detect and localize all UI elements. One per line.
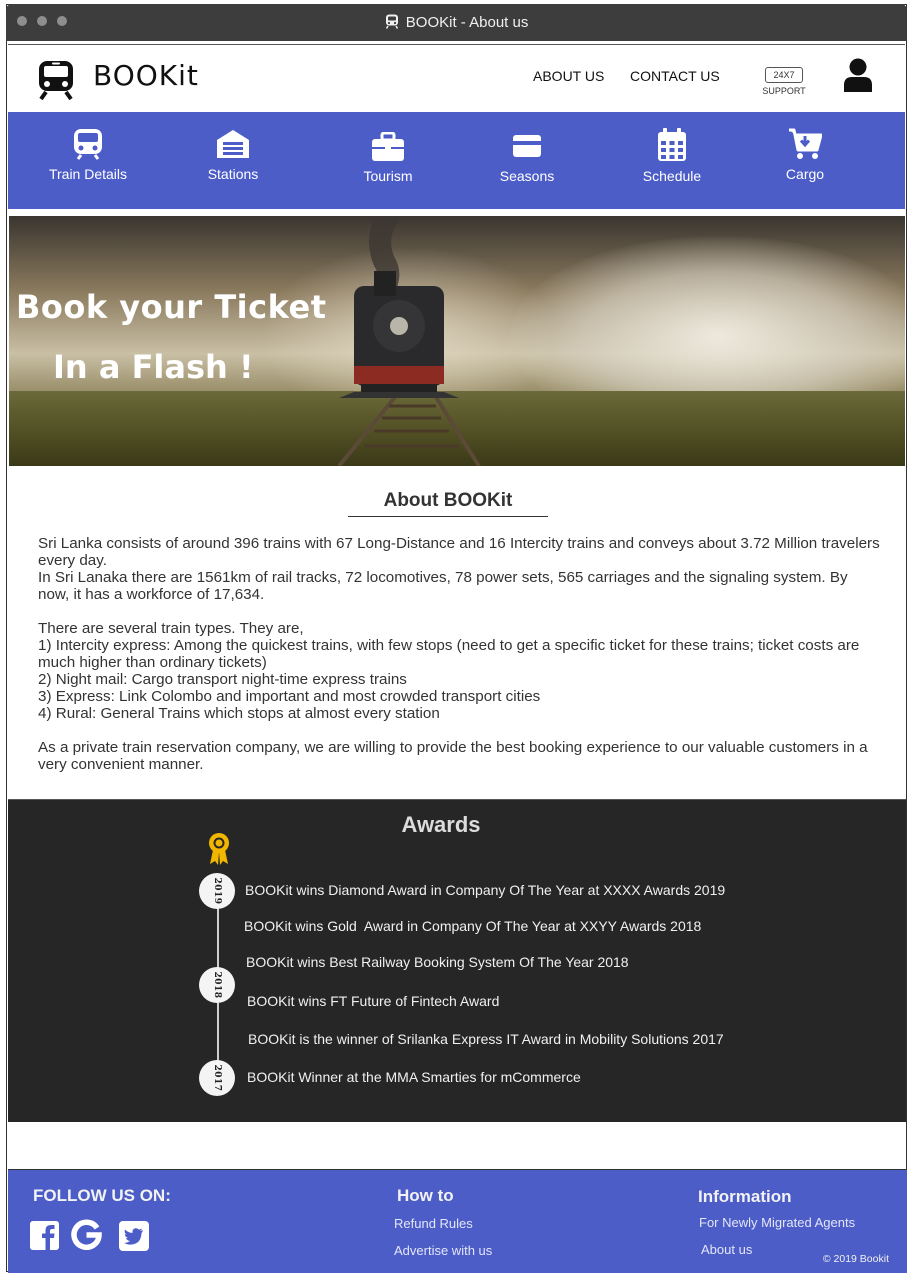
nav-link-contact-us[interactable]: CONTACT US — [630, 68, 720, 84]
medal-icon — [209, 833, 229, 865]
about-paragraph: 3) Express: Link Colombo and important a… — [38, 688, 541, 705]
footer-link-about-us[interactable]: About us — [701, 1242, 752, 1257]
support-24x7-box: 24X7 — [765, 67, 803, 83]
nav-item-label: Tourism — [363, 168, 413, 184]
copyright-text: © 2019 Bookit — [822, 1253, 889, 1265]
award-item: BOOKit wins Best Railway Booking System … — [246, 954, 629, 970]
hero-banner-image — [9, 216, 905, 466]
about-paragraph: 1) Intercity express: Among the quickest… — [38, 637, 860, 671]
about-paragraph: There are several train types. They are, — [38, 620, 304, 637]
hero-title: Book your Ticket — [16, 288, 327, 326]
award-item: BOOKit wins Gold Award in Company Of The… — [244, 918, 702, 934]
awards-section: Awards 2019 2018 2017 BOOKit wins Diamon… — [8, 799, 906, 1122]
train-favicon-icon — [385, 14, 398, 29]
footer-link-refund-rules[interactable]: Refund Rules — [394, 1216, 473, 1231]
award-item: BOOKit Winner at the MMA Smarties for mC… — [247, 1069, 581, 1085]
nav-item-label: Seasons — [499, 168, 555, 184]
site-header: BOOKit ABOUT US CONTACT US 24X7 SUPPORT — [8, 44, 905, 112]
about-paragraph: 2) Night mail: Cargo transport night-tim… — [38, 671, 407, 688]
card-icon — [513, 135, 541, 157]
year-badge-2017: 2017 — [199, 1060, 235, 1096]
year-label: 2019 — [212, 877, 222, 905]
about-paragraph: As a private train reservation company, … — [38, 739, 868, 773]
about-paragraph: In Sri Lanaka there are 1561km of rail t… — [38, 569, 848, 603]
cart-icon — [789, 128, 822, 159]
support-badge[interactable]: 24X7 SUPPORT — [761, 67, 807, 96]
briefcase-icon — [372, 132, 404, 161]
footer-link-migrated-agents[interactable]: For Newly Migrated Agents — [699, 1215, 855, 1230]
hero-subtitle: In a Flash ! — [53, 348, 254, 386]
category-nav-bar: Train Details Stations Tourism Seasons S… — [8, 112, 905, 209]
nav-item-tourism[interactable]: Tourism — [333, 132, 443, 184]
footer-link-advertise[interactable]: Advertise with us — [394, 1243, 492, 1258]
award-item: BOOKit is the winner of Srilanka Express… — [248, 1031, 724, 1047]
nav-item-label: Cargo — [785, 166, 825, 182]
window-title-text: BOOKit - About us — [405, 14, 529, 31]
year-badge-2019: 2019 — [199, 873, 235, 909]
user-icon[interactable] — [843, 58, 873, 92]
how-to-heading: How to — [397, 1186, 454, 1205]
google-icon[interactable] — [71, 1219, 102, 1250]
window-title: BOOKit - About us — [6, 14, 907, 31]
calendar-icon — [658, 128, 686, 161]
station-icon — [217, 130, 249, 158]
site-footer: FOLLOW US ON: How to Refund Rules Advert… — [8, 1169, 907, 1273]
support-label: SUPPORT — [762, 86, 806, 96]
nav-item-label: Schedule — [642, 168, 702, 184]
award-item: BOOKit wins FT Future of Fintech Award — [247, 993, 500, 1009]
award-item: BOOKit wins Diamond Award in Company Of … — [245, 882, 726, 898]
nav-item-label: Stations — [207, 166, 259, 182]
window-titlebar: BOOKit - About us — [6, 4, 907, 41]
year-label: 2017 — [212, 1064, 222, 1092]
awards-heading: Awards — [401, 812, 481, 837]
follow-us-heading: FOLLOW US ON: — [33, 1186, 171, 1205]
information-heading: Information — [698, 1187, 792, 1206]
about-paragraph: 4) Rural: General Trains which stops at … — [38, 705, 440, 722]
logo-text[interactable]: BOOKit — [93, 59, 199, 92]
year-badge-2018: 2018 — [199, 967, 235, 1003]
twitter-icon[interactable] — [119, 1221, 149, 1251]
about-text: Sri Lanka consists of around 396 trains … — [38, 535, 883, 773]
year-label: 2018 — [212, 971, 222, 999]
about-paragraph: Sri Lanka consists of around 396 trains … — [38, 535, 880, 569]
train-icon — [74, 129, 102, 160]
nav-item-stations[interactable]: Stations — [178, 128, 288, 182]
nav-item-label: Train Details — [48, 166, 128, 182]
nav-item-cargo[interactable]: Cargo — [750, 128, 860, 182]
train-illustration — [337, 216, 481, 466]
nav-item-seasons[interactable]: Seasons — [472, 132, 582, 184]
train-logo-icon[interactable] — [38, 60, 74, 100]
nav-link-about-us[interactable]: ABOUT US — [533, 68, 604, 84]
facebook-icon[interactable] — [30, 1221, 59, 1250]
nav-item-train-details[interactable]: Train Details — [33, 128, 143, 182]
nav-item-schedule[interactable]: Schedule — [617, 128, 727, 184]
about-heading: About BOOKit — [348, 490, 548, 517]
